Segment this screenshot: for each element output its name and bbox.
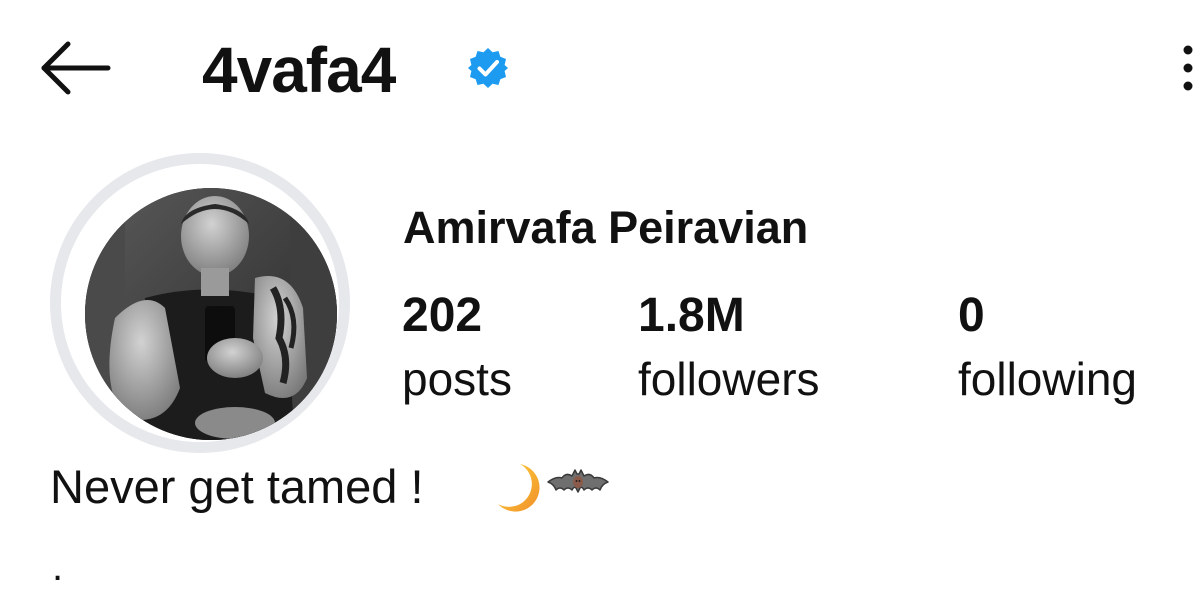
crescent-moon-icon: [492, 456, 544, 520]
followers-count: 1.8M: [638, 289, 745, 342]
following-label: following: [958, 353, 1137, 405]
posts-label: posts: [402, 353, 512, 405]
profile-username: 4vafa4: [202, 34, 396, 106]
bio-extra-line: .: [52, 545, 64, 589]
profile-bio: Never get tamed !: [50, 460, 424, 513]
bat-icon: [546, 456, 610, 520]
avatar-photo: [85, 188, 337, 440]
back-button[interactable]: [36, 38, 116, 98]
following-stat[interactable]: 0 following: [958, 284, 1137, 410]
followers-stat[interactable]: 1.8M followers: [638, 284, 820, 410]
more-options-button[interactable]: [1168, 36, 1200, 100]
avatar-ring[interactable]: [50, 153, 350, 453]
profile-full-name: Amirvafa Peiravian: [403, 202, 809, 253]
avatar-ring-gap: [61, 164, 339, 442]
more-vertical-icon: [1183, 45, 1193, 91]
verified-badge-icon: [466, 46, 510, 90]
following-count: 0: [958, 289, 985, 342]
avatar[interactable]: [85, 188, 337, 440]
posts-count: 202: [402, 289, 483, 342]
followers-label: followers: [638, 353, 820, 405]
posts-stat[interactable]: 202 posts: [402, 284, 512, 410]
arrow-left-icon: [41, 41, 111, 95]
